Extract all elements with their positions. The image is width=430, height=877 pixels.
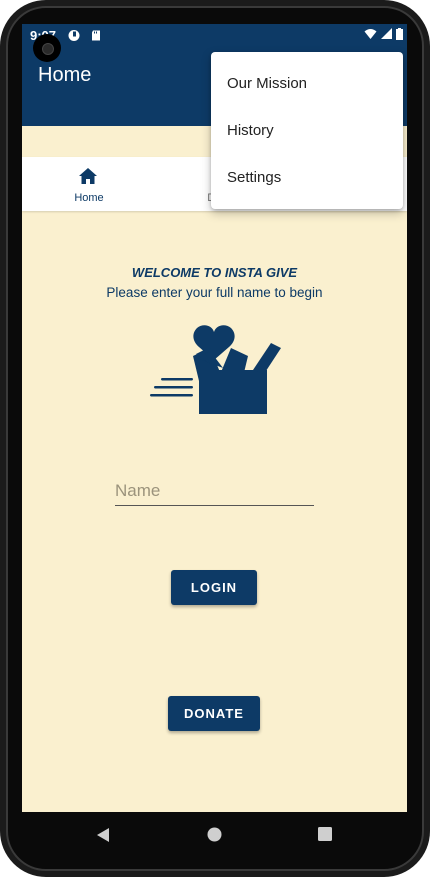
signal-icon: [381, 28, 392, 39]
app-title: Home: [38, 64, 92, 86]
battery-icon: [396, 28, 403, 40]
welcome-subtitle: Please enter your full name to begin: [106, 285, 323, 300]
welcome-title: WELCOME TO INSTA GIVE: [131, 265, 298, 280]
tab-home-label: Home: [74, 192, 104, 204]
wifi-icon: [364, 29, 377, 39]
overflow-menu: Our Mission History Settings: [211, 52, 403, 209]
back-icon[interactable]: [96, 827, 110, 843]
circle-status-icon: [68, 30, 80, 41]
menu-item-history[interactable]: History: [211, 107, 403, 154]
donate-button[interactable]: DONATE: [168, 696, 260, 731]
home-circle-icon[interactable]: [207, 827, 222, 842]
status-icons-right: [364, 28, 403, 40]
menu-item-settings[interactable]: Settings: [211, 154, 403, 201]
recents-icon[interactable]: [318, 827, 332, 841]
home-icon: [79, 168, 97, 184]
menu-item-our-mission[interactable]: Our Mission: [211, 60, 403, 107]
front-camera: [33, 34, 61, 62]
name-input[interactable]: [115, 476, 314, 506]
login-button[interactable]: LOGIN: [171, 570, 257, 605]
donation-box-logo: [150, 325, 281, 414]
app-screen: 9:07 Home Home Das: [22, 24, 407, 812]
tab-home[interactable]: Home: [22, 157, 150, 211]
status-bar: 9:07: [22, 24, 407, 48]
system-nav-bar: [22, 812, 407, 858]
sd-card-icon: [92, 30, 100, 41]
